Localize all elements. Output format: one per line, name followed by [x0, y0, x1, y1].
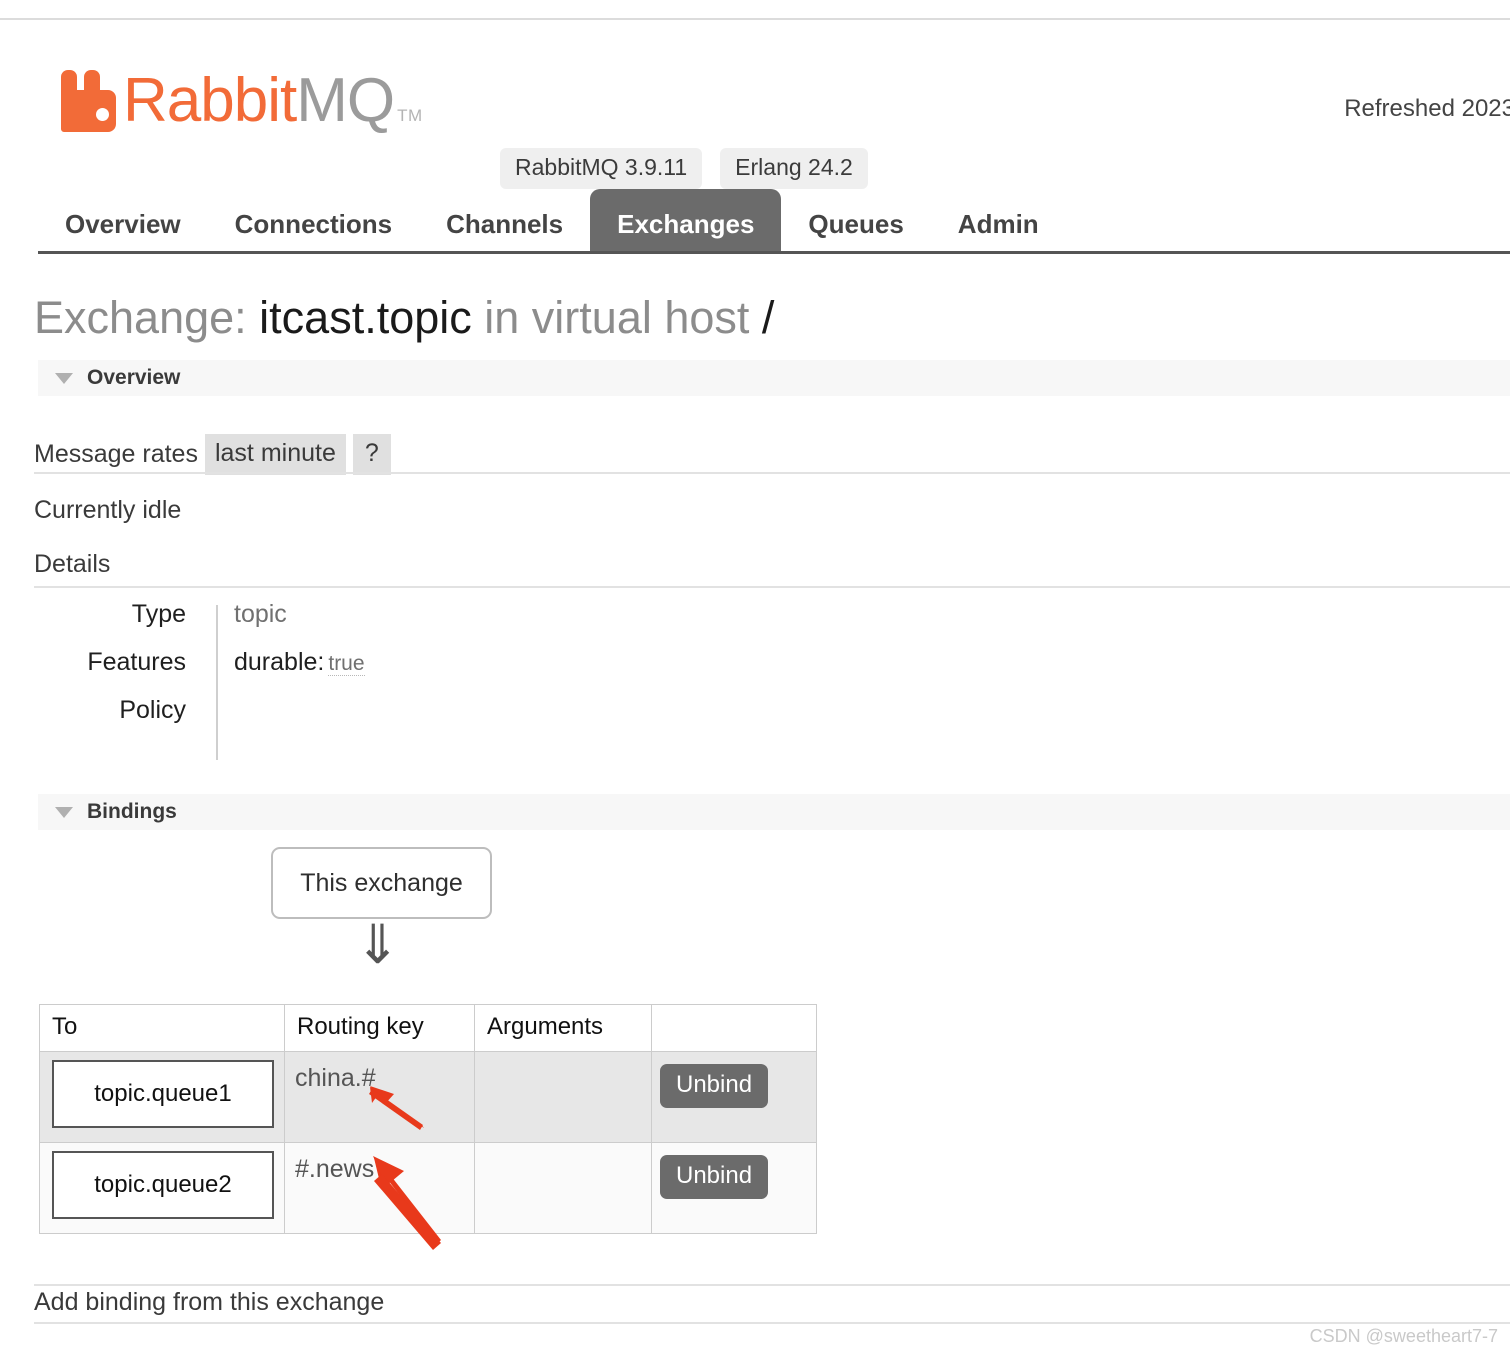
cell-action: Unbind	[651, 1142, 817, 1234]
page-title-middle: in virtual host	[484, 292, 750, 343]
unbind-button[interactable]: Unbind	[660, 1155, 769, 1199]
detail-value-features-durable: true	[328, 652, 365, 676]
detail-value-type: topic	[234, 600, 287, 628]
cell-to: topic.queue1	[39, 1051, 285, 1143]
column-header-routing-key: Routing key	[284, 1004, 475, 1052]
queue-link-topic-queue2[interactable]: topic.queue2	[52, 1151, 274, 1219]
badge-erlang-version: Erlang 24.2	[720, 148, 868, 189]
refreshed-timestamp: Refreshed 2023	[1344, 95, 1510, 122]
detail-value-features-text: durable:	[234, 648, 325, 676]
tab-channels[interactable]: Channels	[419, 197, 590, 254]
table-header-row: To Routing key Arguments	[39, 1004, 817, 1052]
routing-key-value: china.#	[295, 1064, 376, 1092]
cell-arguments	[474, 1142, 652, 1234]
version-badges: RabbitMQ 3.9.11 Erlang 24.2	[500, 148, 868, 189]
arguments-value	[475, 1143, 651, 1233]
nav-underline	[38, 251, 1510, 254]
rabbit-head-icon	[57, 70, 119, 132]
page-title-prefix: Exchange:	[34, 292, 247, 343]
divider-above-add-binding	[34, 1284, 1510, 1286]
down-arrow-icon: ⇓	[355, 915, 401, 975]
page-header: RabbitMQ TM RabbitMQ 3.9.11 Erlang 24.2 …	[0, 40, 1510, 189]
cell-arguments	[474, 1051, 652, 1143]
bindings-table: To Routing key Arguments topic.queue1 ch…	[39, 1004, 817, 1234]
cell-routing-key: china.#	[284, 1051, 475, 1143]
queue-link-topic-queue1[interactable]: topic.queue1	[52, 1060, 274, 1128]
tab-queues[interactable]: Queues	[781, 197, 930, 254]
cell-to: topic.queue2	[39, 1142, 285, 1234]
divider-under-details	[34, 586, 1510, 588]
logo-word-mq: MQ	[296, 66, 395, 135]
rabbitmq-logo[interactable]: RabbitMQ TM	[57, 70, 423, 132]
arguments-value	[475, 1052, 651, 1142]
unbind-button[interactable]: Unbind	[660, 1064, 769, 1108]
page-title: Exchange: itcast.topic in virtual host /	[34, 292, 774, 344]
add-binding-link[interactable]: Add binding from this exchange	[34, 1288, 384, 1317]
detail-key-features: Features	[87, 648, 186, 676]
message-rates-label: Message rates	[34, 440, 198, 468]
detail-row-policy: Policy	[34, 696, 514, 744]
message-rates-period-chip[interactable]: last minute	[204, 434, 346, 475]
currently-idle-text: Currently idle	[34, 496, 182, 524]
table-row: topic.queue1 china.# Unbind	[39, 1051, 817, 1143]
tab-overview[interactable]: Overview	[38, 197, 208, 254]
page-title-exchange-name: itcast.topic	[259, 292, 472, 343]
message-rates-row: Message rates last minute ?	[34, 434, 391, 475]
details-label: Details	[34, 550, 111, 578]
this-exchange-box: This exchange	[271, 847, 492, 919]
collapse-triangle-icon	[55, 372, 73, 384]
routing-key-value: #.news	[295, 1155, 375, 1183]
section-header-bindings-label: Bindings	[87, 800, 177, 823]
section-header-overview-label: Overview	[87, 366, 181, 389]
collapse-triangle-icon	[55, 806, 73, 818]
detail-row-features: Features durable: true	[34, 648, 514, 696]
help-question-icon[interactable]: ?	[352, 434, 391, 475]
tab-connections[interactable]: Connections	[208, 197, 419, 254]
detail-key-type: Type	[131, 600, 186, 628]
detail-row-type: Type topic	[34, 600, 514, 648]
detail-value-features: durable: true	[216, 648, 365, 677]
tab-admin[interactable]: Admin	[931, 197, 1066, 254]
section-header-overview[interactable]: Overview	[38, 360, 1510, 396]
tab-exchanges[interactable]: Exchanges	[590, 189, 782, 254]
column-header-to: To	[39, 1004, 285, 1052]
main-navigation: Overview Connections Channels Exchanges …	[0, 189, 1510, 254]
detail-key-policy: Policy	[119, 696, 186, 724]
cell-routing-key: #.news	[284, 1142, 475, 1234]
trademark-mark: TM	[397, 106, 423, 125]
exchange-details-list: Type topic Features durable: true Policy	[34, 600, 514, 760]
section-header-bindings[interactable]: Bindings	[38, 794, 1510, 830]
top-divider	[0, 18, 1510, 20]
csdn-watermark: CSDN @sweetheart7-7	[1309, 1326, 1498, 1346]
table-row: topic.queue2 #.news Unbind	[39, 1142, 817, 1234]
divider-below-add-binding	[34, 1322, 1510, 1324]
cell-action: Unbind	[651, 1051, 817, 1143]
logo-word-rabbit: Rabbit	[123, 66, 297, 135]
column-header-actions	[651, 1004, 817, 1052]
details-vertical-divider	[216, 605, 218, 760]
page-title-vhost: /	[761, 292, 775, 343]
divider-under-rates	[34, 472, 1510, 474]
logo-wordmark: RabbitMQ	[123, 70, 395, 132]
badge-rabbitmq-version: RabbitMQ 3.9.11	[500, 148, 703, 189]
column-header-arguments: Arguments	[474, 1004, 652, 1052]
